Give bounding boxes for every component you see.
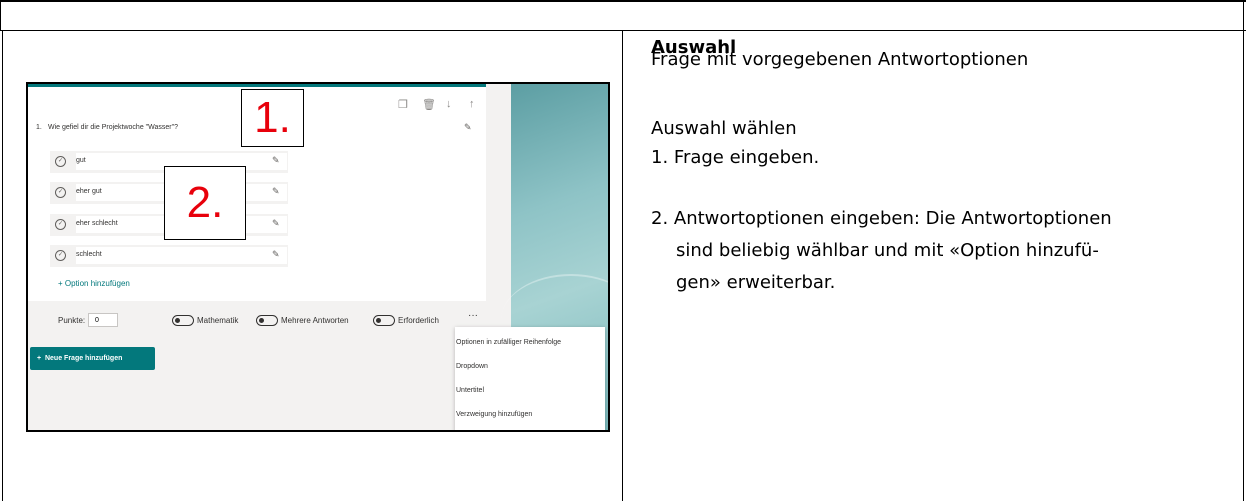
step-marker-2: 2. <box>164 166 246 240</box>
section-subtitle: Frage mit vorgegebenen Antwortoptionen <box>651 49 1029 70</box>
more-options-menu: Optionen in zufälliger Reihenfolge Dropd… <box>455 327 605 430</box>
table-right-border <box>1243 30 1244 501</box>
option-text[interactable]: eher gut <box>76 188 102 195</box>
edit-icon[interactable]: ✎ <box>464 122 472 133</box>
table-left-border <box>0 0 1 30</box>
table-column-divider <box>622 30 623 501</box>
points-input[interactable]: 0 <box>88 313 118 327</box>
forms-screenshot: ❐ 🗑 ↓ ↑ 1. Wie gefiel dir die Projektwoc… <box>26 82 610 432</box>
toggle-math-label: Mathematik <box>197 316 239 325</box>
edit-icon[interactable]: ✎ <box>272 249 280 260</box>
toggle-required-label: Erforderlich <box>398 316 439 325</box>
step-2-line-3: gen» erweiterbar. <box>676 272 836 293</box>
check-icon: ✓ <box>55 187 66 198</box>
menu-item-dropdown[interactable]: Dropdown <box>455 363 488 370</box>
menu-item-branching[interactable]: Verzweigung hinzufügen <box>455 411 532 418</box>
option-row[interactable]: ✓ schlecht ✎ <box>50 245 288 267</box>
step-2-line-2: sind beliebig wählbar und mit «Option hi… <box>676 240 1099 261</box>
check-icon: ✓ <box>55 219 66 230</box>
trash-icon[interactable]: 🗑 <box>422 98 436 111</box>
copy-icon[interactable]: ❐ <box>398 98 408 111</box>
option-text[interactable]: eher schlecht <box>76 220 118 227</box>
step-marker-1: 1. <box>241 89 304 147</box>
card-accent-bar <box>28 84 486 87</box>
check-icon: ✓ <box>55 250 66 261</box>
option-text[interactable]: schlecht <box>76 251 102 258</box>
table-top-border <box>0 0 1246 2</box>
arrow-down-icon[interactable]: ↓ <box>446 98 452 110</box>
toggle-math[interactable] <box>172 315 194 326</box>
toggle-multiple[interactable] <box>256 315 278 326</box>
question-number: 1. <box>36 124 42 131</box>
new-question-button[interactable]: + Neue Frage hinzufügen <box>30 347 155 370</box>
edit-icon[interactable]: ✎ <box>272 218 280 229</box>
edit-icon[interactable]: ✎ <box>272 155 280 166</box>
new-question-label: Neue Frage hinzufügen <box>44 355 123 362</box>
toggle-required[interactable] <box>373 315 395 326</box>
table-right-border-top <box>1243 0 1244 30</box>
question-text[interactable]: Wie gefiel dir die Projektwoche "Wasser"… <box>48 124 178 131</box>
edit-icon[interactable]: ✎ <box>272 186 280 197</box>
more-options-icon[interactable]: ··· <box>468 310 478 321</box>
add-option-label: Option hinzufügen <box>64 279 130 288</box>
table-row-border <box>0 30 1246 31</box>
add-option-link[interactable]: + Option hinzufügen <box>58 279 130 288</box>
points-label: Punkte: <box>58 316 86 325</box>
steps-title: Auswahl wählen <box>651 118 797 139</box>
table-left-border-row <box>2 30 3 501</box>
arrow-up-icon[interactable]: ↑ <box>469 98 475 110</box>
menu-item-subtitle[interactable]: Untertitel <box>455 387 484 394</box>
menu-item-shuffle[interactable]: Optionen in zufälliger Reihenfolge <box>455 339 561 346</box>
option-text[interactable]: gut <box>76 157 86 164</box>
step-1: 1. Frage eingeben. <box>651 147 820 168</box>
toggle-multiple-label: Mehrere Antworten <box>281 316 349 325</box>
check-icon: ✓ <box>55 156 66 167</box>
step-2-line-1: 2. Antwortoptionen eingeben: Die Antwort… <box>651 208 1112 229</box>
